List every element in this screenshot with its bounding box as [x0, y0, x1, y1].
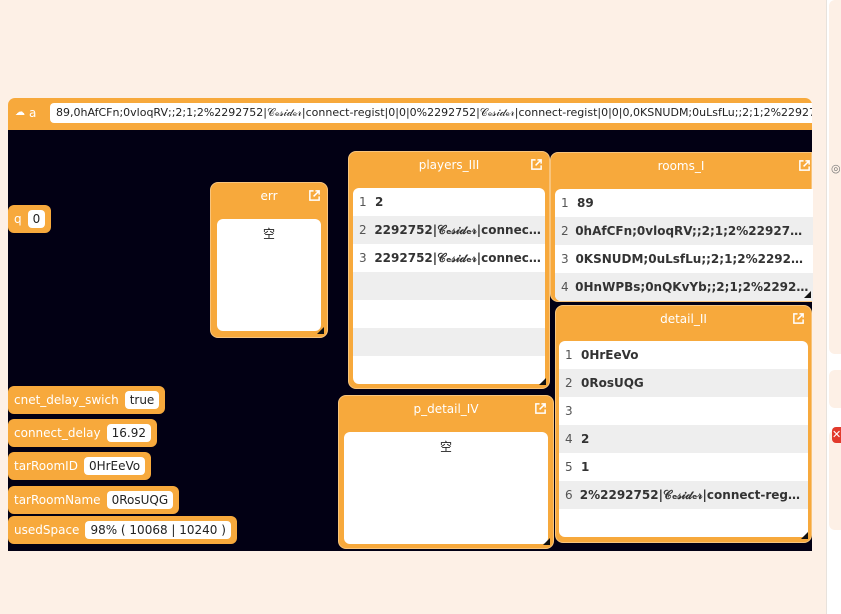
open-external-icon[interactable] — [308, 189, 321, 202]
monitor-value: 98% ( 10068 | 10240 ) — [85, 521, 231, 539]
monitor-label: q — [14, 212, 22, 226]
close-icon[interactable]: ✕ — [832, 427, 841, 443]
monitor-q[interactable]: q 0 — [8, 205, 52, 233]
list-item: 40HnWPBs;0nQKvYb;;2;1;2%2292752|... — [555, 273, 813, 301]
monitor-used-space[interactable]: usedSpace 98% ( 10068 | 10240 ) — [8, 516, 237, 544]
open-external-icon[interactable] — [530, 158, 543, 171]
list-body[interactable]: 1 89 2 0hAfCFn;0vloqRV;;2;1;2%2292752|𝒞𝑜..… — [555, 189, 813, 301]
monitor-label: a — [29, 106, 37, 120]
list-body[interactable]: 空 — [217, 219, 321, 331]
monitor-label: tarRoomID — [14, 459, 78, 473]
list-item: 1 89 — [561, 196, 594, 210]
list-item — [353, 356, 545, 384]
monitor-label: cnet_delay_swich — [14, 393, 119, 407]
list-item: 3 2292752|𝒞ₑ𝓈𝒾𝒹ₑ𝓇|connect... — [359, 250, 545, 266]
monitor-label: usedSpace — [14, 523, 80, 537]
monitor-value: true — [124, 391, 160, 409]
list-body[interactable]: 1 0HrEeVo 2 0RosUQG 3 42 51 6 2%2292752|𝒞ₑ𝓈… — [559, 341, 808, 537]
list-monitor-err[interactable]: err 空 — [210, 182, 328, 338]
empty-text: 空 — [439, 440, 452, 454]
resize-handle[interactable] — [317, 327, 324, 334]
monitor-label: tarRoomName — [14, 493, 101, 507]
list-monitor-p-detail[interactable]: p_detail_IV 空 — [338, 395, 554, 549]
monitor-value: 89,0hAfCFn;0vloqRV;;2;1;2%2292752|𝒞ₑ𝓈𝒾𝒹ₑ… — [50, 103, 812, 123]
monitor-a[interactable]: ☁ a 89,0hAfCFn;0vloqRV;;2;1;2%2292752|𝒞ₑ… — [8, 98, 812, 130]
list-item: 51 — [565, 460, 590, 474]
list-body[interactable]: 12 2 2292752|𝒞ₑ𝓈𝒾𝒹ₑ𝓇|connect... 3 2292752|… — [353, 188, 545, 384]
list-title: rooms_I — [657, 159, 705, 173]
open-external-icon[interactable] — [792, 312, 805, 325]
open-external-icon[interactable] — [534, 402, 547, 415]
list-item: 6 2%2292752|𝒞ₑ𝓈𝒾𝒹ₑ𝓇|connect-regist|... — [559, 481, 808, 509]
cloud-variable-icon: ☁ — [15, 107, 25, 118]
monitor-label: connect_delay — [14, 426, 101, 440]
monitor-value: 0 — [27, 210, 46, 228]
list-item: 42 — [559, 425, 808, 453]
list-title: detail_II — [660, 312, 707, 326]
list-item: 2 0hAfCFn;0vloqRV;;2;1;2%2292752|𝒞𝑜... — [555, 217, 813, 245]
sidebar-card — [829, 0, 841, 354]
monitor-value: 0RosUQG — [106, 491, 174, 509]
monitor-cnet-delay-swich[interactable]: cnet_delay_swich true — [8, 386, 166, 414]
list-item — [353, 300, 545, 328]
list-title: players_III — [418, 158, 480, 172]
hide-icon[interactable]: ◎ — [831, 162, 841, 176]
open-external-icon[interactable] — [798, 159, 811, 172]
list-item: 3 — [565, 404, 573, 418]
list-monitor-detail[interactable]: detail_II 1 0HrEeVo 2 0RosUQG 3 42 51 6 2%2… — [555, 305, 812, 543]
monitor-tar-room-id[interactable]: tarRoomID 0HrEeVo — [8, 452, 152, 480]
empty-text: 空 — [262, 227, 275, 241]
monitor-tar-room-name[interactable]: tarRoomName 0RosUQG — [8, 486, 180, 514]
list-title: p_detail_IV — [413, 402, 479, 416]
list-item: 12 — [359, 195, 384, 209]
list-monitor-players[interactable]: players_III 12 2 2292752|𝒞ₑ𝓈𝒾𝒹ₑ𝓇|connect.… — [348, 151, 550, 389]
list-body[interactable]: 空 — [344, 432, 548, 544]
list-item — [353, 328, 545, 356]
sidebar-card — [829, 430, 841, 530]
list-item: 3 0KSNUDM;0uLsfLu;;2;1;2%2292752|... — [561, 252, 813, 266]
list-item: 2 2292752|𝒞ₑ𝓈𝒾𝒹ₑ𝓇|connect... — [353, 216, 545, 244]
list-item: 1 0HrEeVo — [565, 348, 639, 362]
resize-handle[interactable] — [804, 291, 811, 298]
monitor-connect-delay[interactable]: connect_delay 16.92 — [8, 419, 157, 447]
resize-handle[interactable] — [801, 532, 808, 539]
monitor-value: 16.92 — [106, 424, 151, 442]
list-monitor-rooms[interactable]: rooms_I 1 89 2 0hAfCFn;0vloqRV;;2;1;2%2292… — [550, 152, 813, 302]
list-item — [353, 272, 545, 300]
list-item: 2 0RosUQG — [559, 369, 808, 397]
sidebar-card[interactable] — [829, 370, 841, 408]
resize-handle[interactable] — [543, 538, 550, 545]
monitor-value: 0HrEeVo — [83, 457, 146, 475]
resize-handle[interactable] — [539, 378, 546, 385]
